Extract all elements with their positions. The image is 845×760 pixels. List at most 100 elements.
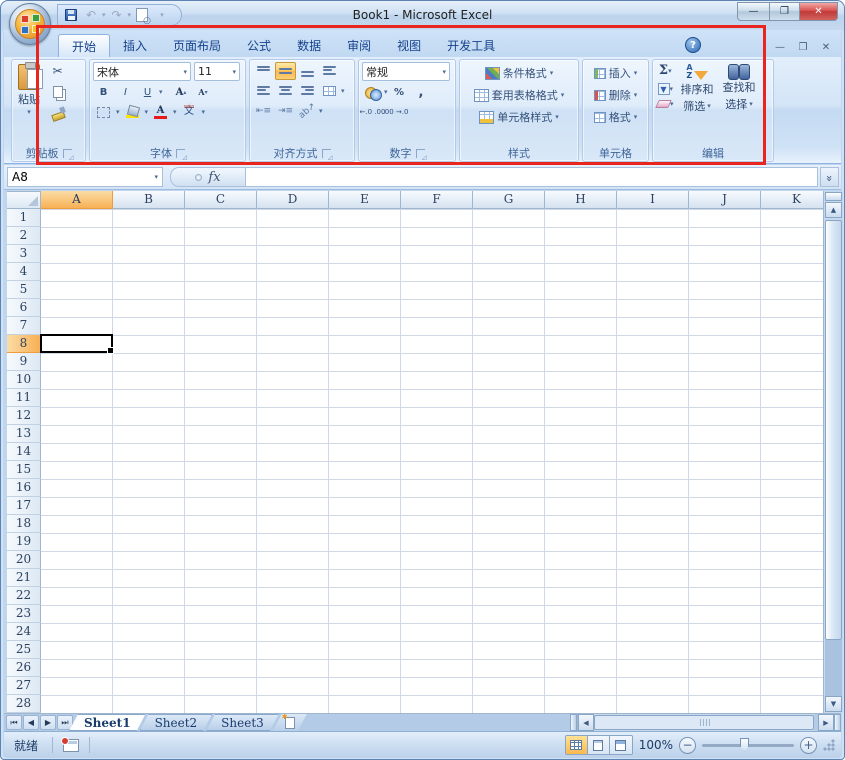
row-header-10[interactable]: 10 — [7, 371, 41, 389]
cell-grid[interactable] — [41, 209, 823, 713]
row-header-25[interactable]: 25 — [7, 641, 41, 659]
scroll-up-button[interactable]: ▲ — [825, 202, 842, 218]
first-sheet-button[interactable]: ⏮ — [6, 715, 22, 730]
scroll-down-button[interactable]: ▼ — [825, 696, 842, 712]
underline-button[interactable]: U — [137, 83, 158, 101]
merge-center-button[interactable] — [319, 82, 340, 100]
row-header-3[interactable]: 3 — [7, 245, 41, 263]
row-header-11[interactable]: 11 — [7, 389, 41, 407]
comma-button[interactable]: , — [411, 83, 432, 101]
row-header-26[interactable]: 26 — [7, 659, 41, 677]
format-as-table-button[interactable]: 套用表格格式 ▾ — [463, 86, 575, 104]
clear-button[interactable]: ▾ — [656, 99, 675, 109]
delete-cells-button[interactable]: 删除 ▾ — [586, 86, 645, 104]
zoom-in-button[interactable]: + — [800, 737, 817, 754]
prev-sheet-button[interactable]: ◀ — [23, 715, 39, 730]
insert-function-button[interactable]: fx — [170, 167, 246, 187]
horizontal-split-handle[interactable] — [834, 714, 841, 731]
fill-color-dropdown-arrow-icon[interactable]: ▾ — [145, 108, 149, 116]
page-break-view-button[interactable] — [610, 736, 632, 754]
row-header-6[interactable]: 6 — [7, 299, 41, 317]
row-header-5[interactable]: 5 — [7, 281, 41, 299]
align-bottom-button[interactable] — [297, 62, 318, 80]
column-header-C[interactable]: C — [185, 191, 257, 209]
restore-button[interactable]: ❐ — [770, 2, 799, 21]
column-header-F[interactable]: F — [401, 191, 473, 209]
font-size-combo[interactable]: 11▾ — [194, 62, 240, 81]
row-header-12[interactable]: 12 — [7, 407, 41, 425]
alignment-dialog-launcher[interactable] — [322, 149, 331, 158]
decrease-indent-button[interactable]: ⇤≡ — [253, 102, 274, 120]
tab-split-handle[interactable] — [570, 714, 577, 731]
row-header-21[interactable]: 21 — [7, 569, 41, 587]
row-header-15[interactable]: 15 — [7, 461, 41, 479]
cut-button[interactable]: ✂ — [47, 62, 68, 80]
row-header-14[interactable]: 14 — [7, 443, 41, 461]
row-header-1[interactable]: 1 — [7, 209, 41, 227]
next-sheet-button[interactable]: ▶ — [40, 715, 56, 730]
workbook-minimize-icon[interactable]: — — [773, 42, 787, 53]
selected-cell[interactable] — [40, 334, 113, 353]
wrap-text-button[interactable] — [319, 62, 340, 80]
office-button[interactable] — [9, 3, 51, 45]
row-header-20[interactable]: 20 — [7, 551, 41, 569]
zoom-slider-thumb[interactable] — [740, 738, 749, 752]
zoom-out-button[interactable]: − — [679, 737, 696, 754]
underline-dropdown-arrow-icon[interactable]: ▾ — [159, 88, 163, 96]
font-name-combo[interactable]: 宋体▾ — [93, 62, 191, 81]
insert-cells-button[interactable]: 插入 ▾ — [586, 64, 645, 82]
find-select-button[interactable]: 查找和 选择▾ — [720, 62, 759, 143]
row-header-24[interactable]: 24 — [7, 623, 41, 641]
tab-审阅[interactable]: 审阅 — [334, 34, 384, 57]
decrease-decimal-button[interactable]: .00 →.0 — [385, 103, 406, 121]
vertical-split-handle[interactable] — [825, 192, 842, 201]
row-header-23[interactable]: 23 — [7, 605, 41, 623]
increase-decimal-button[interactable]: ←.0 .00 — [362, 103, 383, 121]
row-header-18[interactable]: 18 — [7, 515, 41, 533]
last-sheet-button[interactable]: ⏭ — [57, 715, 73, 730]
fill-button[interactable]: ▼▾ — [656, 82, 675, 96]
tab-插入[interactable]: 插入 — [110, 34, 160, 57]
vertical-scroll-track[interactable] — [825, 640, 842, 696]
column-header-E[interactable]: E — [329, 191, 401, 209]
help-button[interactable]: ? — [685, 37, 701, 53]
column-header-I[interactable]: I — [617, 191, 689, 209]
bold-button[interactable]: B — [93, 83, 114, 101]
increase-indent-button[interactable]: ⇥≡ — [275, 102, 296, 120]
column-header-B[interactable]: B — [113, 191, 185, 209]
increase-font-button[interactable]: A▴ — [171, 83, 192, 101]
column-header-K[interactable]: K — [761, 191, 823, 209]
format-cells-button[interactable]: 格式 ▾ — [586, 108, 645, 126]
autosum-button[interactable]: Σ▾ — [656, 62, 675, 79]
decrease-font-button[interactable]: A▾ — [193, 83, 214, 101]
orientation-button[interactable]: ab↗ — [297, 102, 318, 120]
row-header-9[interactable]: 9 — [7, 353, 41, 371]
sheet-tab-Sheet1[interactable]: Sheet1 — [69, 714, 146, 731]
select-all-button[interactable] — [7, 191, 41, 209]
phonetic-dropdown-arrow-icon[interactable]: ▾ — [202, 108, 206, 116]
expand-formula-bar-button[interactable]: » — [820, 167, 839, 187]
row-header-4[interactable]: 4 — [7, 263, 41, 281]
sort-filter-button[interactable]: AZ 排序和 筛选▾ — [678, 62, 717, 143]
horizontal-scroll-thumb[interactable] — [594, 715, 814, 730]
tab-视图[interactable]: 视图 — [384, 34, 434, 57]
sheet-tab-Sheet2[interactable]: Sheet2 — [140, 714, 213, 731]
row-header-22[interactable]: 22 — [7, 587, 41, 605]
tab-开发工具[interactable]: 开发工具 — [434, 34, 508, 57]
normal-view-button[interactable] — [566, 736, 588, 754]
font-dialog-launcher[interactable] — [176, 149, 185, 158]
orientation-dropdown-arrow-icon[interactable]: ▾ — [319, 107, 323, 115]
scroll-left-button[interactable]: ◀ — [578, 714, 594, 731]
conditional-formatting-button[interactable]: 条件格式 ▾ — [463, 64, 575, 82]
align-left-button[interactable] — [253, 82, 274, 100]
column-header-G[interactable]: G — [473, 191, 545, 209]
row-header-28[interactable]: 28 — [7, 695, 41, 713]
align-top-button[interactable] — [253, 62, 274, 80]
italic-button[interactable]: I — [115, 83, 136, 101]
currency-dropdown-arrow-icon[interactable]: ▾ — [384, 88, 388, 96]
macro-record-button[interactable] — [63, 739, 79, 752]
row-header-13[interactable]: 13 — [7, 425, 41, 443]
fill-color-button[interactable] — [122, 103, 143, 121]
row-header-8[interactable]: 8 — [7, 335, 41, 353]
phonetic-button[interactable]: 文 — [179, 103, 200, 121]
